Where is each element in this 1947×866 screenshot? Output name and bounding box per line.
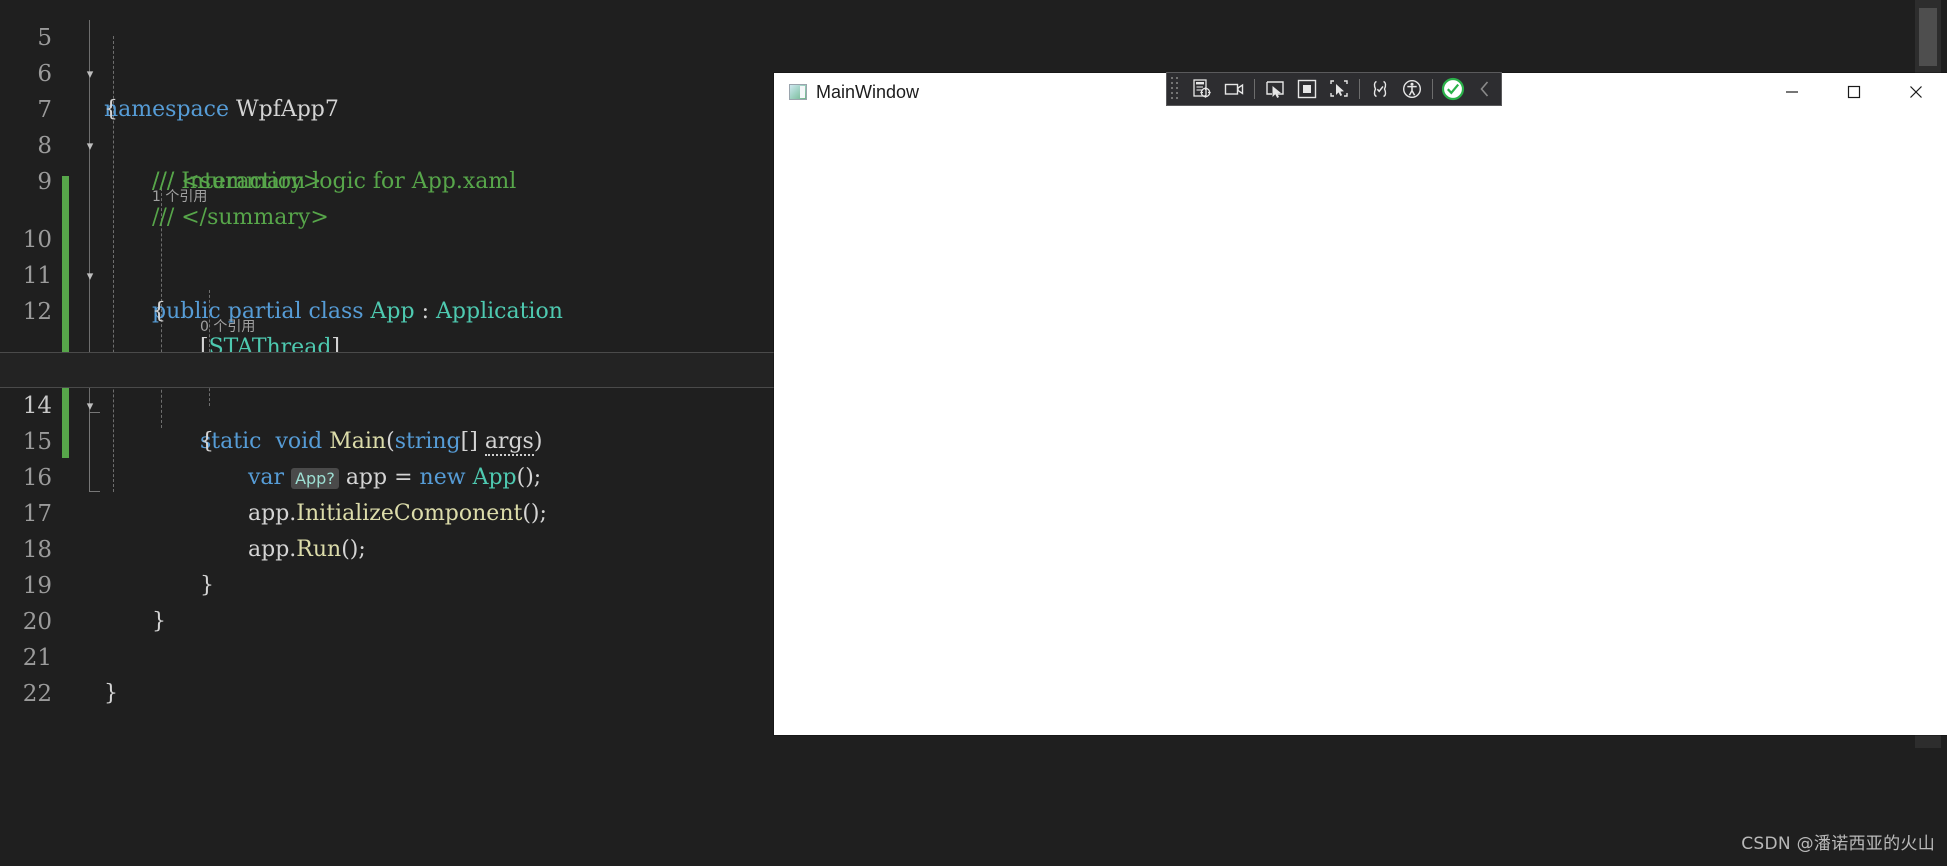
window-client-area[interactable]: [774, 111, 1947, 735]
accessibility-glyph: [1402, 79, 1422, 99]
window-title: MainWindow: [816, 81, 920, 102]
line-number: 22: [22, 681, 52, 707]
track-focused-element-icon[interactable]: [1323, 74, 1355, 104]
track-focused-element-glyph: [1330, 80, 1348, 97]
maximize-icon: [1847, 85, 1861, 99]
minimize-icon: [1786, 91, 1798, 93]
hot-reload-icon[interactable]: [1364, 74, 1396, 104]
hot-reload-glyph: [1373, 80, 1387, 98]
display-layout-adorners-glyph: [1297, 79, 1317, 99]
toolbar-separator: [1359, 79, 1360, 99]
chevron-left-glyph: [1480, 81, 1489, 97]
scrollbar-thumb[interactable]: [1919, 8, 1937, 66]
minimize-button[interactable]: [1761, 73, 1823, 111]
xaml-live-visual-tree-toolbar[interactable]: [1166, 72, 1502, 106]
go-to-live-visual-tree-glyph: [1193, 79, 1211, 98]
wpf-main-window[interactable]: MainWindow: [774, 73, 1947, 735]
select-element-glyph: [1266, 81, 1284, 98]
status-ok-icon[interactable]: [1437, 74, 1469, 104]
window-app-icon: [789, 84, 807, 100]
toolbar-separator: [1432, 79, 1433, 99]
close-icon: [1910, 86, 1922, 98]
accessibility-icon[interactable]: [1396, 74, 1428, 104]
close-button[interactable]: [1885, 73, 1947, 111]
maximize-button[interactable]: [1823, 73, 1885, 111]
live-preview-icon[interactable]: [1218, 74, 1250, 104]
display-layout-adorners-icon[interactable]: [1291, 74, 1323, 104]
code-line[interactable]: 6 {: [0, 20, 1890, 122]
code-line[interactable]: 5 ▾ namespace WpfApp7: [0, 0, 1890, 122]
editor-bottom-strip: [0, 748, 1947, 866]
screen-root: 5 ▾ namespace WpfApp7 6 { 7 ▾ /// <summa…: [0, 0, 1947, 866]
toolbar-drag-grip-icon[interactable]: [1170, 76, 1184, 102]
select-element-icon[interactable]: [1259, 74, 1291, 104]
window-controls[interactable]: [1761, 73, 1947, 111]
toolbar-separator: [1254, 79, 1255, 99]
go-to-live-visual-tree-icon[interactable]: [1186, 74, 1218, 104]
live-preview-glyph: [1224, 83, 1244, 95]
code-text: }: [104, 681, 118, 706]
collapse-toolbar-chevron-icon[interactable]: [1469, 74, 1501, 104]
status-ok-glyph: [1441, 77, 1465, 101]
watermark-text: CSDN @潘诺西亚的火山: [1741, 834, 1935, 854]
